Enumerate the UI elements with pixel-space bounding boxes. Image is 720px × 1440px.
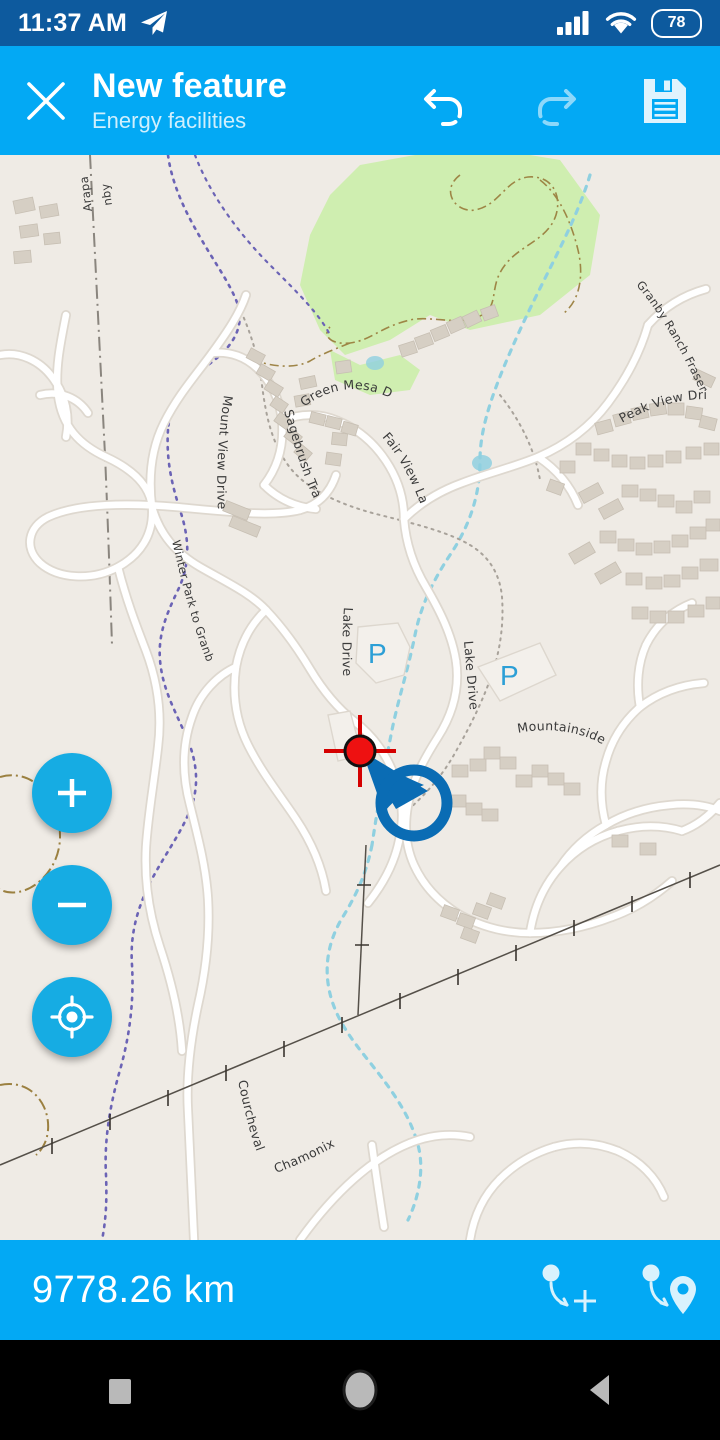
add-node-at-crosshair-icon: [542, 1264, 596, 1312]
my-location-button[interactable]: [32, 977, 112, 1057]
toolbar-title-block: New feature Energy facilities: [92, 66, 287, 135]
bottom-bar: 9778.26 km: [0, 1240, 720, 1340]
undo-button[interactable]: [390, 46, 500, 155]
distance-readout: 9778.26 km: [32, 1268, 236, 1311]
app-toolbar: New feature Energy facilities: [0, 46, 720, 155]
send-icon: [139, 10, 169, 36]
signal-bars-icon: [557, 11, 589, 35]
minus-icon: [58, 902, 86, 908]
close-button[interactable]: [0, 46, 92, 155]
add-node-at-location-button[interactable]: [620, 1240, 720, 1340]
home-button[interactable]: [300, 1340, 420, 1440]
undo-icon: [424, 88, 462, 126]
battery-level: 78: [667, 14, 686, 31]
page-subtitle: Energy facilities: [92, 108, 247, 133]
back-triangle-icon: [590, 1375, 609, 1405]
recents-square-icon: [109, 1379, 131, 1404]
save-icon: [644, 78, 686, 123]
map-vector: P P Mount View Drive Sagebrush Tra Green…: [0, 155, 720, 1240]
android-nav-bar: [0, 1340, 720, 1440]
zoom-in-button[interactable]: [32, 753, 112, 833]
close-icon: [27, 81, 65, 120]
svg-text:Lake Drive: Lake Drive: [339, 607, 355, 677]
redo-icon: [538, 88, 576, 126]
recents-button[interactable]: [60, 1340, 180, 1440]
map-canvas[interactable]: P P Mount View Drive Sagebrush Tra Green…: [0, 155, 720, 1240]
parking-label: P: [500, 660, 519, 691]
redo-button[interactable]: [500, 46, 610, 155]
battery-icon: 78: [651, 8, 702, 38]
status-bar: 11:37 AM 78: [0, 0, 720, 46]
add-node-at-crosshair-button[interactable]: [520, 1240, 620, 1340]
save-button[interactable]: [610, 46, 720, 155]
my-location-icon: [50, 995, 94, 1039]
back-button[interactable]: [540, 1340, 660, 1440]
parking-label: P: [368, 638, 387, 669]
home-circle-icon: [342, 1369, 378, 1411]
status-clock: 11:37 AM: [18, 8, 128, 37]
zoom-out-button[interactable]: [32, 865, 112, 945]
add-node-at-location-icon: [642, 1264, 696, 1314]
phone-screen: 11:37 AM 78 New feature Energy facilitie…: [0, 0, 720, 1440]
plus-icon: [58, 779, 86, 807]
bottom-bar-actions: [520, 1240, 720, 1340]
toolbar-actions: [390, 46, 720, 155]
status-indicators: 78: [557, 8, 702, 38]
page-title: New feature: [92, 67, 287, 105]
wifi-icon: [605, 12, 637, 34]
